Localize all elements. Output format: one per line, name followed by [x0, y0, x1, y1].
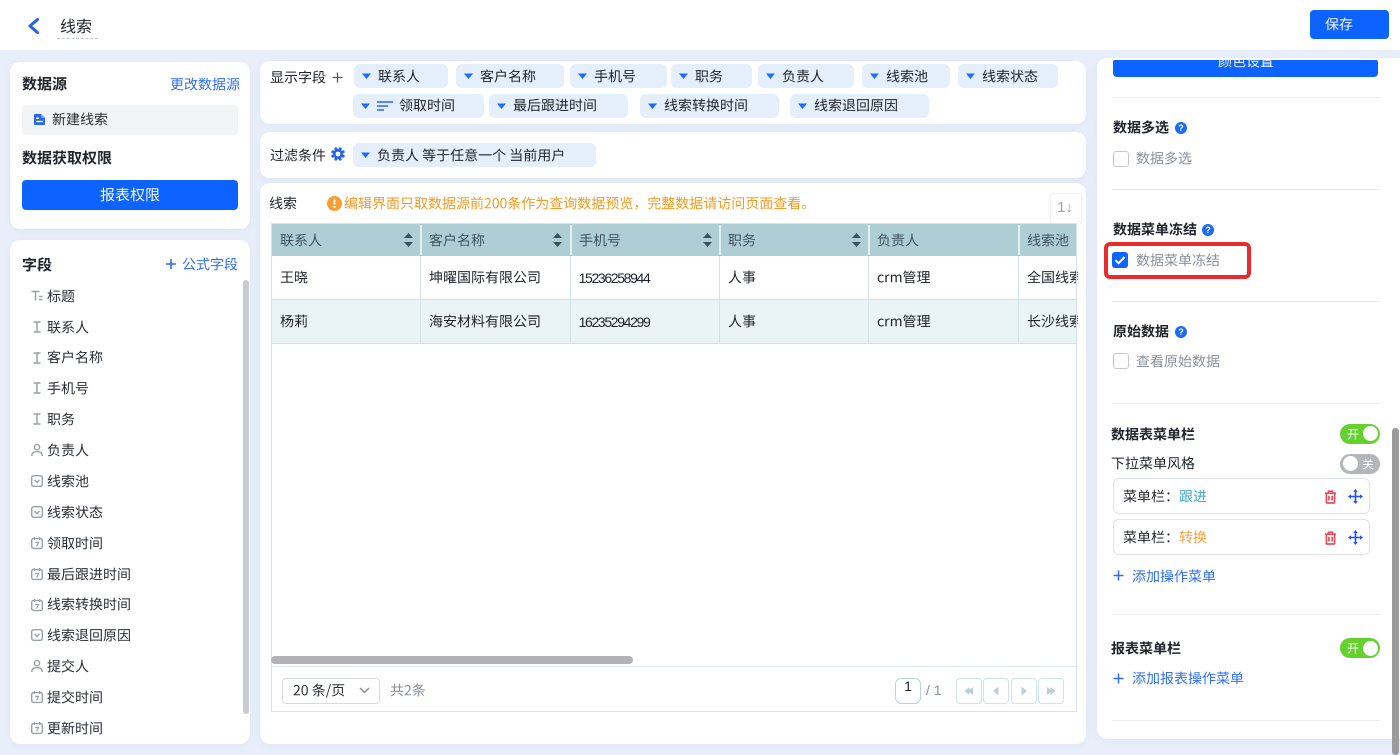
svg-text:?: ? — [1205, 225, 1211, 235]
svg-text:?: ? — [1178, 327, 1184, 337]
svg-text:?: ? — [1178, 123, 1184, 133]
